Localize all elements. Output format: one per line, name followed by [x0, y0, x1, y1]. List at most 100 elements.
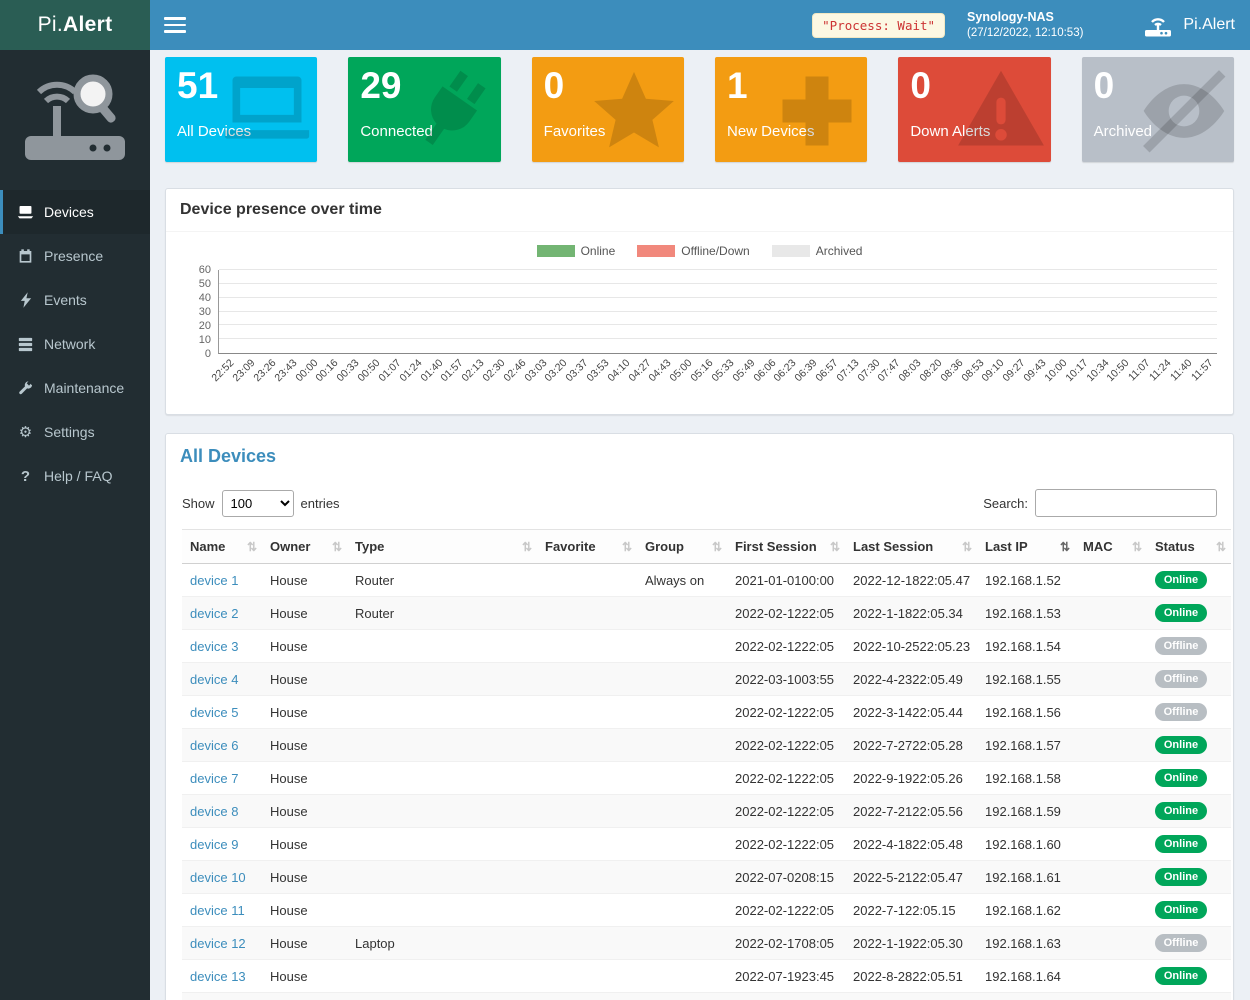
x-tick-label: 01:57 — [439, 357, 466, 384]
sidebar-item-presence[interactable]: Presence — [0, 234, 150, 278]
col-header-favorite[interactable]: Favorite⇅ — [537, 530, 637, 564]
col-header-label: MAC — [1083, 539, 1113, 554]
col-header-mac[interactable]: MAC⇅ — [1075, 530, 1147, 564]
cell-status: Online — [1147, 828, 1231, 861]
cell-owner: House — [262, 993, 347, 1000]
cell-owner: House — [262, 762, 347, 795]
infobox-archived[interactable]: 0 Archived — [1082, 57, 1234, 162]
presence-chart-panel: Device presence over time OnlineOffline/… — [165, 188, 1234, 415]
device-link[interactable]: device 6 — [190, 738, 238, 753]
device-link[interactable]: device 8 — [190, 804, 238, 819]
cell-last-session-time: 22:05.51 — [912, 969, 963, 984]
table-row: device 12HouseLaptop2022-02-1708:052022-… — [182, 927, 1231, 960]
sidebar-toggle-icon[interactable] — [164, 17, 186, 33]
infobox-new-devices[interactable]: 1 New Devices — [715, 57, 867, 162]
x-tick-label: 11:40 — [1168, 357, 1195, 384]
devices-table-head-row: Name⇅Owner⇅Type⇅Favorite⇅Group⇅First Ses… — [182, 530, 1231, 564]
infobox-favorites[interactable]: 0 Favorites — [532, 57, 684, 162]
sort-icon: ⇅ — [332, 540, 342, 554]
col-header-status[interactable]: Status⇅ — [1147, 530, 1231, 564]
cell-last-session-date: 2022-5-21 — [853, 870, 912, 885]
x-tick-label: 10:50 — [1105, 357, 1132, 384]
sidebar-item-devices[interactable]: Devices — [0, 190, 150, 234]
cell-first-session: 2022-07-0208:15 — [727, 861, 845, 894]
cell-last-session-date: 2022-7-27 — [853, 738, 912, 753]
cell-group — [637, 597, 727, 630]
col-header-last-ip[interactable]: Last IP⇅ — [977, 530, 1075, 564]
device-link[interactable]: device 5 — [190, 705, 238, 720]
table-row: device 5House2022-02-1222:052022-3-1422:… — [182, 696, 1231, 729]
sidebar-item-maintenance[interactable]: Maintenance — [0, 366, 150, 410]
sidebar-item-events[interactable]: Events — [0, 278, 150, 322]
sort-icon: ⇅ — [1060, 540, 1070, 554]
app-logo[interactable]: Pi.Alert — [0, 0, 150, 50]
cell-status: Online — [1147, 597, 1231, 630]
cell-name: device 7 — [182, 762, 262, 795]
cell-type: Router — [347, 564, 537, 597]
device-link[interactable]: device 9 — [190, 837, 238, 852]
device-link[interactable]: device 1 — [190, 573, 238, 588]
sidebar-item-settings[interactable]: ⚙ Settings — [0, 410, 150, 454]
device-link[interactable]: device 11 — [190, 903, 245, 918]
cell-first-session: 2022-02-1222:05 — [727, 762, 845, 795]
table-row: device 2HouseRouter2022-02-1222:052022-1… — [182, 597, 1231, 630]
cell-last-session: 2022-10-2522:05.23 — [845, 630, 977, 663]
sidebar-item-help[interactable]: ? Help / FAQ — [0, 454, 150, 498]
col-header-label: Status — [1155, 539, 1195, 554]
page-length-select[interactable]: 100 — [222, 490, 294, 517]
cell-last-session-time: 22:05.23 — [920, 639, 971, 654]
cell-last-session-time: 22:05.47 — [920, 573, 971, 588]
cell-name: device 8 — [182, 795, 262, 828]
col-header-label: Favorite — [545, 539, 596, 554]
legend-label: Online — [581, 244, 616, 258]
cell-last-ip: 192.168.1.53 — [977, 597, 1075, 630]
x-tick-label: 11:24 — [1147, 357, 1174, 384]
cell-status: Online — [1147, 795, 1231, 828]
cell-group — [637, 762, 727, 795]
question-icon: ? — [17, 468, 34, 485]
col-header-last-session[interactable]: Last Session⇅ — [845, 530, 977, 564]
device-link[interactable]: device 10 — [190, 870, 246, 885]
cell-status: Online — [1147, 894, 1231, 927]
cell-type — [347, 894, 537, 927]
cell-group — [637, 729, 727, 762]
top-header: Pi.Alert "Process: Wait" Synology-NAS (2… — [0, 0, 1250, 50]
cell-group — [637, 663, 727, 696]
col-header-group[interactable]: Group⇅ — [637, 530, 727, 564]
bolt-icon — [17, 292, 34, 308]
presence-chart: 0102030405060 — [182, 270, 1217, 354]
col-header-name[interactable]: Name⇅ — [182, 530, 262, 564]
x-tick-label: 07:47 — [876, 357, 903, 384]
cell-first-session: 2022-02-1222:05 — [727, 630, 845, 663]
table-controls: Show 100 entries Search: — [182, 489, 1217, 517]
col-header-type[interactable]: Type⇅ — [347, 530, 537, 564]
legend-item: Online — [537, 244, 616, 258]
device-link[interactable]: device 2 — [190, 606, 238, 621]
cell-first-session-date: 2022-07-19 — [735, 969, 802, 984]
cell-owner: House — [262, 663, 347, 696]
cell-favorite — [537, 630, 637, 663]
device-link[interactable]: device 4 — [190, 672, 238, 687]
sidebar-item-network[interactable]: Network — [0, 322, 150, 366]
computer-icon — [221, 65, 313, 157]
col-header-first-session[interactable]: First Session⇅ — [727, 530, 845, 564]
cell-last-session-date: 2022-3-14 — [853, 705, 912, 720]
cell-name: device 5 — [182, 696, 262, 729]
device-link[interactable]: device 12 — [190, 936, 246, 951]
infobox-connected[interactable]: 29 Connected — [348, 57, 500, 162]
cell-first-session: 2022-02-1222:05 — [727, 597, 845, 630]
table-row: device 4House2022-03-1003:552022-4-2322:… — [182, 663, 1231, 696]
search-input[interactable] — [1035, 489, 1217, 517]
cell-mac — [1075, 993, 1147, 1000]
x-tick-label: 00:50 — [356, 357, 383, 384]
eye-slash-icon — [1138, 65, 1230, 157]
x-tick-label: 11:57 — [1189, 357, 1216, 384]
x-tick-label: 05:16 — [688, 357, 715, 384]
device-link[interactable]: device 13 — [190, 969, 246, 984]
navbar: "Process: Wait" Synology-NAS (27/12/2022… — [150, 0, 1250, 50]
infobox-down-alerts[interactable]: 0 Down Alerts — [898, 57, 1050, 162]
device-link[interactable]: device 3 — [190, 639, 238, 654]
device-link[interactable]: device 7 — [190, 771, 238, 786]
infobox-all-devices[interactable]: 51 All Devices — [165, 57, 317, 162]
col-header-owner[interactable]: Owner⇅ — [262, 530, 347, 564]
